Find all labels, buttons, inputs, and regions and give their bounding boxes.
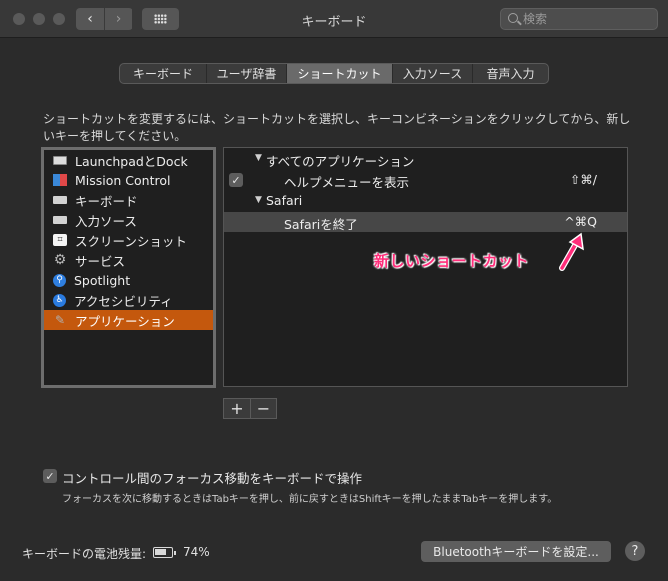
annotation-arrow-icon — [559, 232, 584, 271]
spotlight-icon: ⚲ — [53, 273, 66, 287]
shortcut-row-help-menu[interactable]: ✓ ヘルプメニューを表示 ⇧⌘/ — [224, 170, 627, 190]
keyboard-icon — [53, 216, 67, 224]
tab-input-sources[interactable]: 入力ソース — [392, 64, 472, 83]
keyboard-navigation-note: フォーカスを次に移動するときはTabキーを押し、前に戻すときはShiftキーを押… — [62, 494, 558, 505]
category-accessibility[interactable]: ♿ アクセシビリティ — [44, 290, 213, 310]
shortcut-label: Safariを終了 — [284, 217, 358, 232]
search-field[interactable] — [500, 8, 658, 30]
title-bar: ‹ › キーボード — [0, 0, 668, 38]
shortcut-group-safari[interactable]: ▼ Safari — [224, 191, 627, 211]
tab-shortcuts[interactable]: ショートカット — [286, 64, 392, 83]
disclosure-triangle-icon[interactable]: ▼ — [255, 153, 262, 163]
category-label: スクリーンショット — [75, 233, 187, 249]
shortcut-label: ヘルプメニューを表示 — [284, 175, 410, 190]
keyboard-navigation-checkbox[interactable]: ✓ — [43, 469, 57, 483]
category-input-sources[interactable]: 入力ソース — [44, 210, 213, 230]
category-launchpad-dock[interactable]: LaunchpadとDock — [44, 150, 213, 170]
category-label: サービス — [75, 253, 126, 269]
category-label: キーボード — [75, 193, 138, 209]
mission-control-icon — [53, 174, 67, 186]
search-input[interactable] — [523, 11, 651, 27]
setup-bluetooth-keyboard-button[interactable]: Bluetoothキーボードを設定... — [421, 541, 611, 562]
keyboard-navigation-label[interactable]: コントロール間のフォーカス移動をキーボードで操作 — [62, 468, 362, 487]
category-keyboard[interactable]: キーボード — [44, 190, 213, 210]
category-services[interactable]: ⚙ サービス — [44, 250, 213, 270]
category-mission-control[interactable]: Mission Control — [44, 170, 213, 190]
search-icon — [508, 13, 518, 23]
category-spotlight[interactable]: ⚲ Spotlight — [44, 270, 213, 290]
annotation-label: 新しいショートカット — [374, 252, 530, 270]
shortcut-keys[interactable]: ^⌘Q — [564, 214, 597, 229]
gear-icon: ⚙ — [53, 252, 67, 268]
category-app-shortcuts[interactable]: ✎ アプリケーション — [44, 310, 213, 330]
instructions-text: ショートカットを変更するには、ショートカットを選択し、キーコンビネーションをクリ… — [43, 112, 631, 143]
shortcut-group-all-apps[interactable]: ▼ すべてのアプリケーション — [224, 149, 627, 169]
category-label: Spotlight — [74, 272, 131, 288]
category-label: アクセシビリティ — [74, 293, 173, 309]
monitor-icon — [53, 155, 67, 165]
remove-shortcut-button[interactable]: − — [250, 399, 276, 418]
tab-keyboard[interactable]: キーボード — [120, 64, 206, 83]
category-label: 入力ソース — [75, 213, 137, 229]
tab-user-dictionary[interactable]: ユーザ辞書 — [206, 64, 286, 83]
shortcut-keys[interactable]: ⇧⌘/ — [570, 172, 597, 187]
category-list: LaunchpadとDock Mission Control キーボード 入力ソ… — [41, 147, 216, 388]
category-label: LaunchpadとDock — [75, 153, 188, 169]
help-button[interactable]: ? — [625, 541, 645, 561]
category-label: アプリケーション — [75, 313, 175, 329]
shortcut-enabled-checkbox[interactable]: ✓ — [229, 173, 243, 187]
shortcut-row-quit-safari[interactable]: Safariを終了 ^⌘Q — [224, 212, 627, 232]
accessibility-icon: ♿ — [53, 293, 66, 307]
group-label: すべてのアプリケーション — [266, 154, 415, 169]
app-shortcuts-icon: ✎ — [54, 313, 66, 327]
add-remove-buttons: + − — [223, 398, 277, 419]
screenshot-icon: ⌗ — [53, 234, 67, 246]
category-screenshots[interactable]: ⌗ スクリーンショット — [44, 230, 213, 250]
tab-bar: キーボード ユーザ辞書 ショートカット 入力ソース 音声入力 — [119, 63, 549, 84]
category-label: Mission Control — [75, 172, 171, 188]
disclosure-triangle-icon[interactable]: ▼ — [255, 195, 262, 205]
tab-dictation[interactable]: 音声入力 — [472, 64, 548, 83]
battery-value: 74% — [183, 545, 210, 559]
group-label: Safari — [266, 193, 303, 208]
add-shortcut-button[interactable]: + — [224, 399, 250, 418]
battery-label: キーボードの電池残量: — [22, 547, 147, 561]
keyboard-icon — [53, 196, 67, 204]
battery-icon — [153, 547, 176, 558]
